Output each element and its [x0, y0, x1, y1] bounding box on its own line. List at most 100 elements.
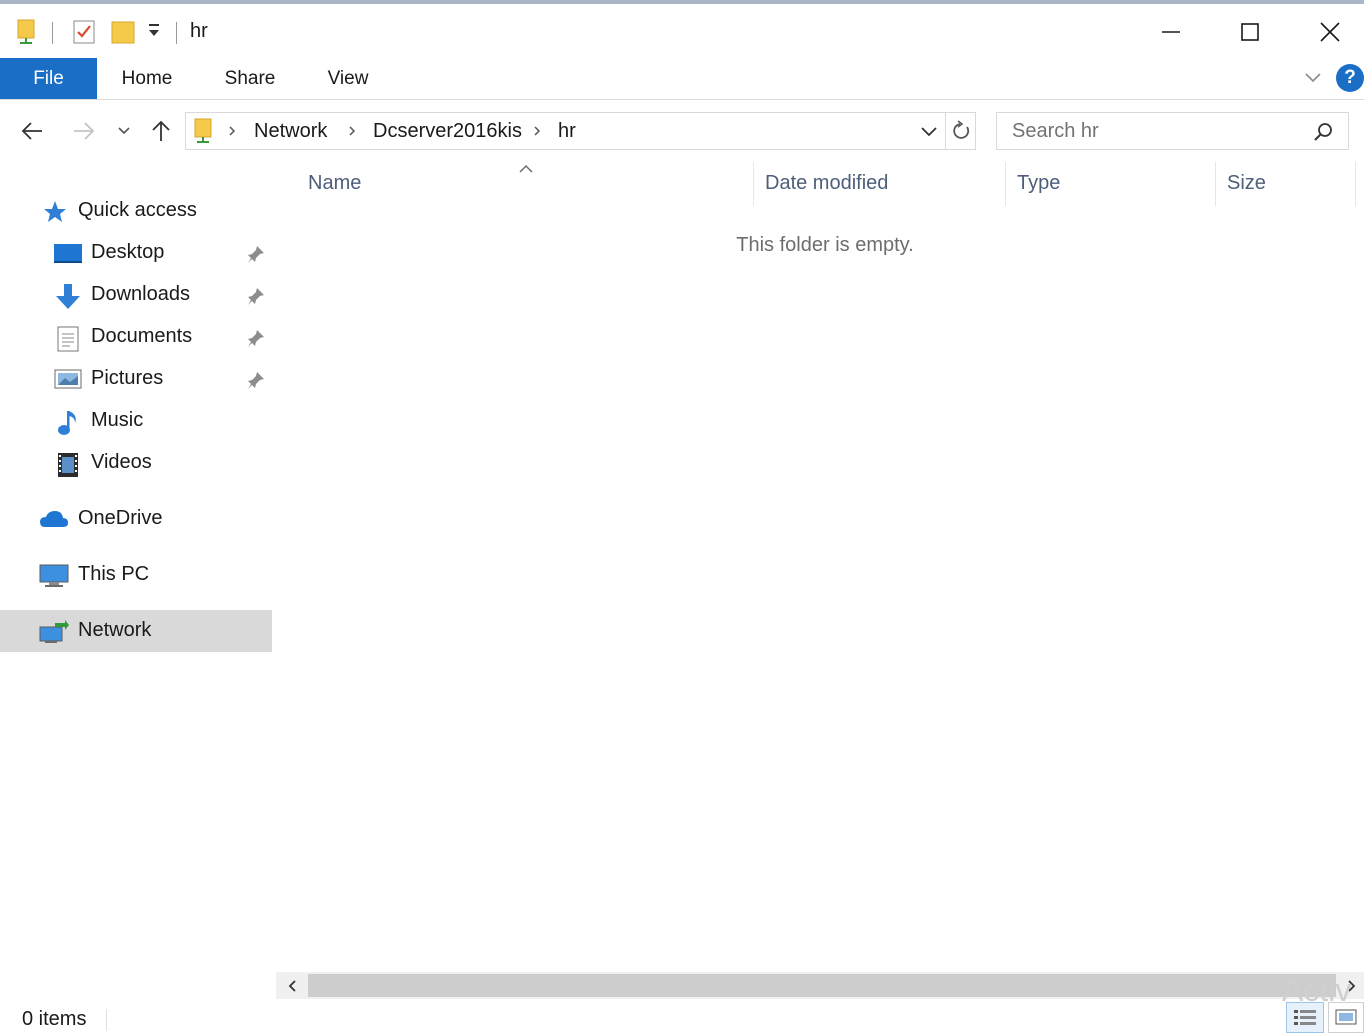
scroll-left-button[interactable]	[280, 972, 306, 999]
back-arrow-icon	[21, 122, 42, 140]
sidebar-item-downloads[interactable]: Downloads	[0, 274, 272, 316]
title-bar: hr	[0, 4, 1364, 56]
pin-icon[interactable]	[246, 328, 266, 353]
chevron-left-icon	[288, 979, 296, 992]
sidebar-label: This PC	[78, 563, 150, 585]
sidebar-item-quick-access[interactable]: Quick access	[0, 190, 272, 232]
empty-folder-message: This folder is empty.	[736, 234, 914, 256]
title-separator	[176, 22, 177, 44]
status-bar: 0 items Activ	[0, 972, 1364, 1033]
pin-icon[interactable]	[246, 286, 266, 311]
up-arrow-icon	[152, 120, 170, 141]
column-divider[interactable]	[1355, 162, 1356, 206]
sidebar-label: Music	[91, 409, 144, 431]
search-placeholder: Search hr	[1012, 120, 1099, 142]
recent-locations-button[interactable]	[112, 116, 136, 146]
column-header-size[interactable]: Size	[1227, 172, 1266, 195]
maximize-icon	[1241, 23, 1259, 41]
column-header-name[interactable]: Name	[308, 172, 361, 195]
address-divider	[945, 113, 946, 149]
pin-icon[interactable]	[246, 244, 266, 269]
sidebar-item-music[interactable]: Music	[0, 400, 272, 442]
sidebar-item-pictures[interactable]: Pictures	[0, 358, 272, 400]
forward-button[interactable]	[69, 116, 99, 146]
column-divider[interactable]	[753, 162, 754, 206]
breadcrumb-network[interactable]: Network	[254, 120, 327, 143]
navigation-bar: Network Dcserver2016kis hr Search hr	[0, 100, 1364, 162]
pin-icon[interactable]	[246, 370, 266, 395]
details-view-icon	[1294, 1009, 1316, 1025]
back-button[interactable]	[17, 116, 47, 146]
large-icons-view-button[interactable]	[1328, 1002, 1364, 1033]
sidebar-item-this-pc[interactable]: This PC	[0, 554, 272, 596]
new-folder-icon[interactable]	[111, 18, 137, 51]
item-count: 0 items	[22, 1008, 87, 1030]
column-divider[interactable]	[1005, 162, 1006, 206]
horizontal-scrollbar[interactable]	[276, 972, 1364, 999]
sidebar-item-documents[interactable]: Documents	[0, 316, 272, 358]
tab-view[interactable]: View	[312, 58, 384, 99]
address-bar[interactable]: Network Dcserver2016kis hr	[185, 112, 976, 150]
tab-file[interactable]: File	[0, 58, 97, 99]
close-icon	[1320, 22, 1340, 42]
chevron-down-icon	[118, 127, 130, 135]
computer-icon	[39, 563, 69, 589]
refresh-button[interactable]	[950, 118, 974, 144]
sidebar-label: Desktop	[91, 241, 165, 263]
forward-arrow-icon	[74, 122, 95, 140]
network-folder-icon[interactable]	[16, 18, 38, 51]
refresh-icon	[953, 120, 970, 139]
sidebar-item-desktop[interactable]: Desktop	[0, 232, 272, 274]
breadcrumb-server[interactable]: Dcserver2016kis	[373, 120, 522, 143]
downloads-icon	[54, 283, 82, 309]
videos-icon	[56, 451, 84, 477]
tab-share[interactable]: Share	[210, 58, 290, 99]
network-share-icon	[193, 117, 215, 150]
music-icon	[56, 409, 84, 435]
sidebar-label: Network	[78, 619, 152, 641]
sidebar-label: Videos	[91, 451, 152, 473]
minimize-button[interactable]	[1148, 12, 1194, 52]
column-header-date-modified[interactable]: Date modified	[765, 172, 888, 195]
column-divider[interactable]	[1215, 162, 1216, 206]
details-view-button[interactable]	[1286, 1002, 1324, 1033]
sort-ascending-icon	[518, 162, 534, 180]
pictures-icon	[54, 367, 82, 393]
expand-ribbon-icon[interactable]	[1304, 68, 1322, 91]
search-icon[interactable]	[1312, 121, 1334, 148]
sidebar-item-onedrive[interactable]: OneDrive	[0, 498, 272, 540]
large-icons-view-icon	[1335, 1009, 1357, 1024]
sidebar-label: Documents	[91, 325, 193, 347]
tab-home[interactable]: Home	[107, 58, 187, 99]
minimize-icon	[1162, 31, 1180, 33]
window-title: hr	[190, 20, 208, 42]
scrollbar-thumb[interactable]	[308, 974, 1336, 997]
breadcrumb-separator-icon[interactable]	[532, 124, 542, 143]
address-history-chevron-icon[interactable]	[919, 121, 939, 146]
up-button[interactable]	[146, 116, 176, 146]
file-list[interactable]: Name Date modified Type Size This folder…	[276, 162, 1364, 972]
close-button[interactable]	[1307, 12, 1353, 52]
ribbon-tabs: File Home Share View ?	[0, 58, 1364, 100]
help-button[interactable]: ?	[1336, 64, 1364, 92]
customize-quick-access-icon[interactable]	[147, 22, 161, 45]
maximize-button[interactable]	[1227, 12, 1273, 52]
sidebar-label: Quick access	[78, 199, 197, 221]
status-divider	[106, 1009, 107, 1031]
sidebar-label: Pictures	[91, 367, 164, 389]
sidebar-item-videos[interactable]: Videos	[0, 442, 272, 484]
sidebar-label: OneDrive	[78, 507, 163, 529]
search-input[interactable]: Search hr	[996, 112, 1349, 150]
column-header-type[interactable]: Type	[1017, 172, 1060, 195]
sidebar-item-network[interactable]: Network	[0, 610, 272, 652]
documents-icon	[56, 325, 84, 352]
desktop-icon	[53, 241, 82, 267]
quick-access-separator	[52, 22, 53, 44]
breadcrumb-hr[interactable]: hr	[558, 120, 576, 143]
quick-access-star-icon	[42, 199, 70, 225]
navigation-pane: Quick access Desktop Downloads Documents	[0, 162, 276, 1002]
breadcrumb-separator-icon[interactable]	[347, 124, 357, 143]
breadcrumb-separator-icon[interactable]	[227, 124, 237, 143]
onedrive-cloud-icon	[39, 507, 68, 533]
properties-icon[interactable]	[72, 18, 96, 51]
